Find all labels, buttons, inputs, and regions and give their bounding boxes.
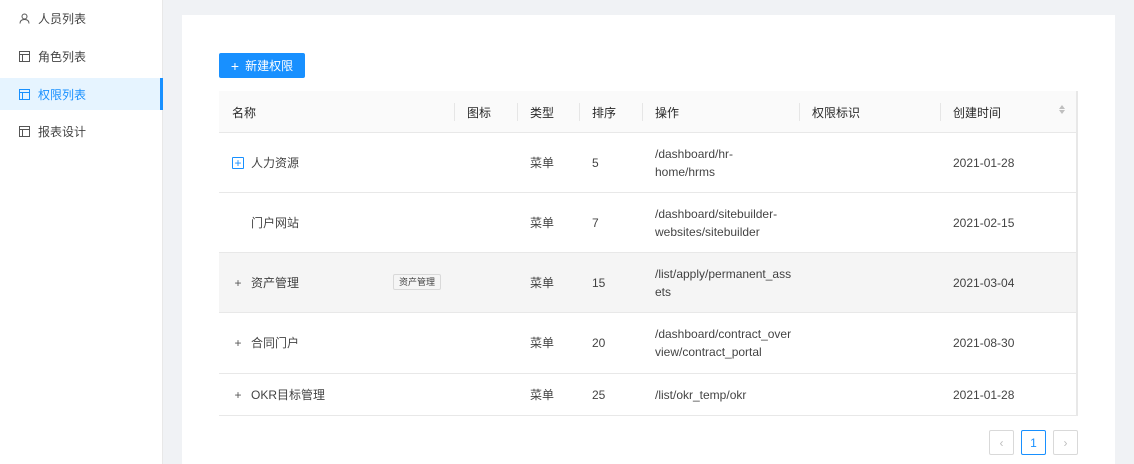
new-permission-label: 新建权限 [245, 59, 294, 73]
column-header-permission-key: 权限标识 [799, 91, 940, 133]
plus-icon: + [230, 57, 240, 74]
column-header-operation: 操作 [642, 91, 799, 133]
cell-type: 菜单 [530, 336, 555, 350]
content-panel: + 新建权限 名称 图标 类型 排序 操作 权限标识 创建时间 + 人力资源 菜… [182, 15, 1115, 464]
sidebar-item-report-design[interactable]: 报表设计 [0, 115, 163, 147]
table-row[interactable]: 门户网站 菜单 7 /dashboard/sitebuilder- websit… [219, 193, 1076, 253]
sidebar-item-roles[interactable]: 角色列表 [0, 40, 163, 72]
cell-order: 20 [592, 336, 606, 350]
table-row[interactable]: + 资产管理 菜单 15 /list/apply/permanent_ass e… [219, 253, 1076, 313]
cell-name: 门户网站 [219, 193, 299, 252]
sort-icon[interactable] [1058, 105, 1066, 114]
next-page-button[interactable]: › [1053, 430, 1078, 455]
cell-order: 7 [592, 215, 599, 230]
cell-name: + 合同门户 [219, 313, 299, 373]
operation-path-line: /dashboard/hr- [655, 146, 734, 161]
column-header-created-time[interactable]: 创建时间 [940, 91, 1076, 133]
table-icon [19, 125, 30, 137]
row-name: 合同门户 [251, 336, 300, 350]
cell-type: 菜单 [530, 155, 555, 170]
cell-operation: /dashboard/sitebuilder- websites/sitebui… [642, 193, 777, 252]
operation-path-line: /list/apply/permanent_ass [655, 266, 792, 281]
new-permission-button[interactable]: + 新建权限 [219, 53, 305, 78]
column-header-created-time-label: 创建时间 [953, 105, 1002, 120]
sidebar-item-label: 角色列表 [38, 49, 87, 64]
column-header-icon: 图标 [454, 91, 517, 133]
cell-order: 15 [592, 275, 606, 290]
sidebar-item-label: 报表设计 [38, 124, 87, 139]
cell-operation: /dashboard/hr- home/hrms [642, 133, 733, 192]
cell-order: 5 [592, 155, 599, 170]
sidebar: 人员列表 角色列表 权限列表 报表设计 [0, 0, 163, 464]
expand-icon[interactable]: + [232, 277, 244, 289]
cell-type: 菜单 [530, 215, 555, 230]
column-header-name: 名称 [232, 105, 257, 120]
cell-type: 菜单 [530, 275, 555, 290]
sidebar-item-permissions[interactable]: 权限列表 [0, 78, 163, 110]
cell-created: 2021-02-15 [953, 215, 1015, 230]
cell-created: 2021-08-30 [953, 336, 1015, 350]
cell-operation: /list/apply/permanent_ass ets [642, 253, 791, 312]
expand-icon[interactable]: + [232, 156, 244, 169]
cell-name: + 人力资源 [219, 133, 299, 192]
prev-page-button[interactable]: ‹ [989, 430, 1014, 455]
cell-name: + OKR目标管理 [219, 374, 325, 415]
cell-operation: /dashboard/contract_over view/contract_p… [642, 313, 791, 373]
cell-operation: /list/okr_temp/okr [655, 387, 747, 402]
chevron-right-icon: › [1063, 435, 1068, 450]
row-name: 资产管理 [251, 275, 300, 290]
cell-created: 2021-01-28 [953, 155, 1015, 170]
table-row[interactable]: + 合同门户 菜单 20 /dashboard/contract_over vi… [219, 313, 1076, 374]
operation-path-line: websites/sitebuilder [655, 224, 760, 239]
cell-created: 2021-03-04 [953, 275, 1015, 290]
chevron-left-icon: ‹ [999, 435, 1004, 450]
operation-path-line: /dashboard/sitebuilder- [655, 206, 778, 221]
sidebar-item-label: 人员列表 [38, 11, 87, 26]
row-name: 门户网站 [251, 215, 300, 230]
row-name: OKR目标管理 [251, 387, 326, 402]
permissions-table: 名称 图标 类型 排序 操作 权限标识 创建时间 + 人力资源 菜单 5 /da… [219, 91, 1078, 416]
icon-tag: 资产管理 [393, 274, 442, 290]
sidebar-item-label: 权限列表 [38, 87, 87, 102]
operation-path-line: home/hrms [655, 164, 716, 179]
operation-path-line: view/contract_portal [655, 345, 762, 359]
operation-path-line: ets [655, 284, 672, 299]
table-icon [19, 50, 30, 62]
sidebar-item-users[interactable]: 人员列表 [0, 2, 163, 34]
cell-created: 2021-01-28 [953, 387, 1015, 402]
column-header-order: 排序 [579, 91, 642, 133]
table-header: 名称 图标 类型 排序 操作 权限标识 创建时间 [219, 91, 1076, 133]
user-icon [19, 13, 30, 24]
expand-icon[interactable]: + [232, 389, 244, 401]
column-header-type: 类型 [517, 91, 579, 133]
cell-type: 菜单 [530, 387, 555, 402]
operation-path-line: /dashboard/contract_over [655, 327, 792, 341]
cell-name: + 资产管理 [219, 253, 299, 312]
table-icon [19, 88, 30, 100]
row-name: 人力资源 [251, 155, 300, 170]
expand-icon[interactable]: + [232, 337, 244, 349]
page-1-button[interactable]: 1 [1021, 430, 1046, 455]
cell-order: 25 [592, 387, 606, 402]
table-row[interactable]: + 人力资源 菜单 5 /dashboard/hr- home/hrms 202… [219, 133, 1076, 193]
table-row[interactable]: + OKR目标管理 菜单 25 /list/okr_temp/okr 2021-… [219, 374, 1076, 416]
